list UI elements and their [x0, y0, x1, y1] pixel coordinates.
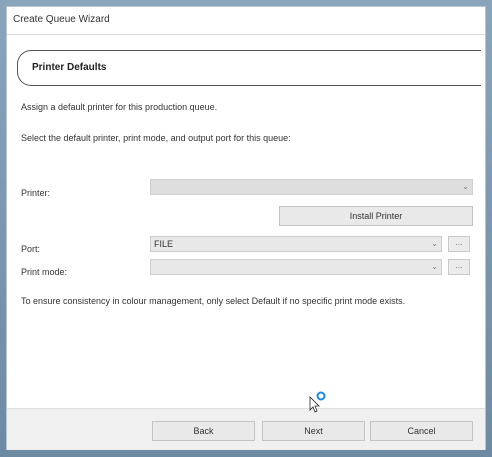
page-title: Printer Defaults: [32, 62, 107, 73]
chevron-down-icon: ⌄: [431, 239, 438, 248]
header-panel: Printer Defaults: [17, 50, 481, 86]
port-label: Port:: [21, 244, 41, 254]
description-text: Assign a default printer for this produc…: [21, 102, 218, 112]
print-mode-browse-button[interactable]: ...: [448, 259, 470, 275]
port-value: FILE: [154, 239, 174, 249]
printer-dropdown[interactable]: ⌄: [150, 179, 473, 195]
window-title: Create Queue Wizard: [7, 7, 485, 33]
title-divider: [7, 34, 485, 35]
install-printer-button[interactable]: Install Printer: [279, 206, 473, 226]
instruction-text: Select the default printer, print mode, …: [21, 133, 291, 143]
port-dropdown[interactable]: FILE ⌄: [150, 236, 442, 252]
printer-label: Printer:: [21, 188, 51, 198]
wizard-window: Create Queue Wizard Printer Defaults Ass…: [6, 6, 486, 450]
screen-background: Create Queue Wizard Printer Defaults Ass…: [0, 0, 492, 457]
chevron-down-icon: ⌄: [431, 262, 438, 271]
next-button[interactable]: Next: [262, 421, 365, 441]
print-mode-dropdown[interactable]: ⌄: [150, 259, 442, 275]
cursor-busy-icon: [309, 391, 326, 413]
port-browse-button[interactable]: ...: [448, 236, 470, 252]
print-mode-label: Print mode:: [21, 267, 68, 277]
back-button[interactable]: Back: [152, 421, 255, 441]
chevron-down-icon: ⌄: [462, 182, 469, 191]
cancel-button[interactable]: Cancel: [370, 421, 473, 441]
colour-management-note: To ensure consistency in colour manageme…: [21, 296, 406, 306]
